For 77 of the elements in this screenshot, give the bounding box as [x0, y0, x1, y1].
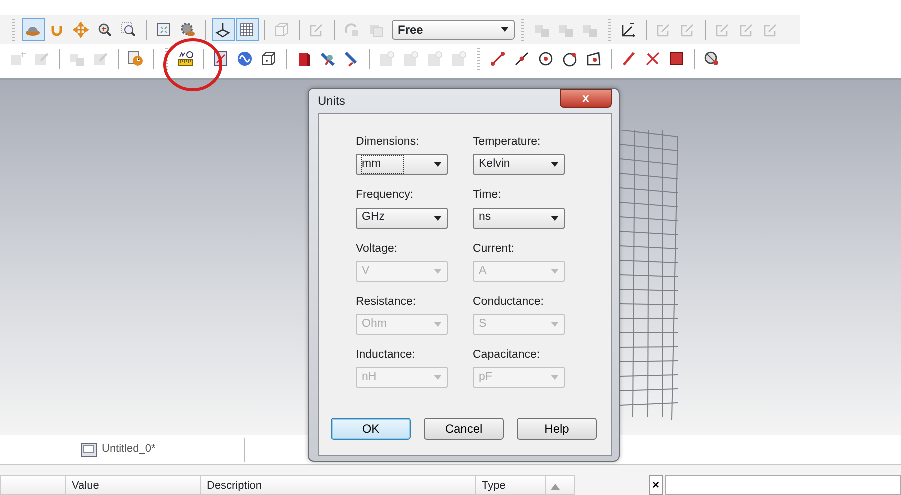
tile-icon	[427, 50, 443, 66]
caret-icon	[501, 27, 509, 32]
caret-icon	[551, 216, 559, 220]
cross-icon	[645, 50, 661, 66]
caret-icon	[551, 268, 559, 274]
unit-dropdown[interactable]: Kelvin	[473, 154, 565, 176]
caret-icon	[551, 322, 559, 327]
annotation-circle	[164, 38, 222, 92]
caret-icon	[551, 162, 559, 168]
frame-icon	[656, 22, 672, 38]
move-icon	[73, 22, 89, 38]
close-button[interactable]: ×	[649, 475, 663, 495]
unit-dropdown[interactable]: mm	[356, 154, 448, 176]
column-header[interactable]: Type	[475, 476, 545, 494]
ruler-icon	[178, 50, 194, 66]
new-item-icon	[10, 50, 26, 66]
field-label: Current:	[473, 242, 516, 256]
frame-icon	[739, 22, 755, 38]
dialog-button[interactable]: OK	[331, 418, 411, 440]
fit-view-icon	[156, 22, 172, 38]
gear-icon	[180, 22, 196, 38]
column-header[interactable]: Value	[65, 476, 200, 494]
view-mode-dropdown[interactable]: Free	[392, 20, 515, 40]
zoom-icon	[97, 22, 113, 38]
caret-icon	[551, 375, 559, 380]
dialog-button[interactable]: Help	[517, 418, 597, 440]
probe-icon	[704, 50, 720, 66]
cube-icon	[261, 50, 277, 66]
frame-icon	[309, 22, 325, 38]
tile-icon	[379, 50, 395, 66]
arc-icon	[562, 50, 578, 66]
dialog-button[interactable]: Cancel	[424, 418, 504, 440]
field-label: Inductance:	[356, 348, 416, 363]
edit-icon	[93, 50, 109, 66]
caret-icon	[434, 162, 442, 168]
toolbar-button[interactable]	[236, 18, 258, 41]
polygon-icon	[586, 50, 602, 66]
frame-icon	[680, 22, 696, 38]
line-icon	[490, 50, 506, 66]
line-icon	[514, 50, 530, 66]
grid-icon	[239, 22, 255, 38]
field-label: Voltage:	[356, 242, 399, 256]
axes-icon	[621, 22, 637, 38]
circle-icon	[538, 50, 554, 66]
frame-icon	[715, 22, 731, 38]
edit-icon	[34, 50, 50, 66]
field-label: Resistance:	[356, 294, 418, 310]
book-icon	[296, 50, 312, 66]
dialog-title: Units	[318, 93, 346, 110]
document-icon	[81, 442, 97, 456]
column-header[interactable]: Description	[200, 476, 475, 494]
square-icon	[669, 50, 685, 66]
field-label: Temperature:	[473, 135, 542, 150]
field-label: Capacitance:	[473, 348, 542, 363]
tile-icon	[403, 50, 419, 66]
field-label: Dimensions:	[356, 135, 420, 150]
cube-icon	[274, 22, 290, 38]
toolbar-button[interactable]	[212, 18, 234, 41]
axis-icon	[215, 22, 231, 38]
field-label: Time:	[473, 188, 502, 204]
field-label: Conductance:	[473, 294, 545, 310]
caret-icon	[434, 268, 442, 274]
caret-icon	[434, 216, 442, 220]
scroll-up-icon[interactable]	[551, 484, 560, 490]
tile-icon	[451, 50, 467, 66]
unit-dropdown[interactable]: GHz	[356, 208, 448, 228]
close-button[interactable]: x	[560, 88, 612, 108]
frame-icon	[763, 22, 779, 38]
clock-icon	[128, 50, 144, 66]
shape-icon	[344, 22, 360, 38]
caret-icon	[434, 322, 442, 327]
unit-dropdown[interactable]: ns	[473, 208, 565, 228]
line-icon	[621, 50, 637, 66]
zoom-icon	[121, 22, 137, 38]
caret-icon	[434, 375, 442, 380]
wave-icon	[237, 50, 253, 66]
field-label: Frequency:	[356, 188, 415, 204]
